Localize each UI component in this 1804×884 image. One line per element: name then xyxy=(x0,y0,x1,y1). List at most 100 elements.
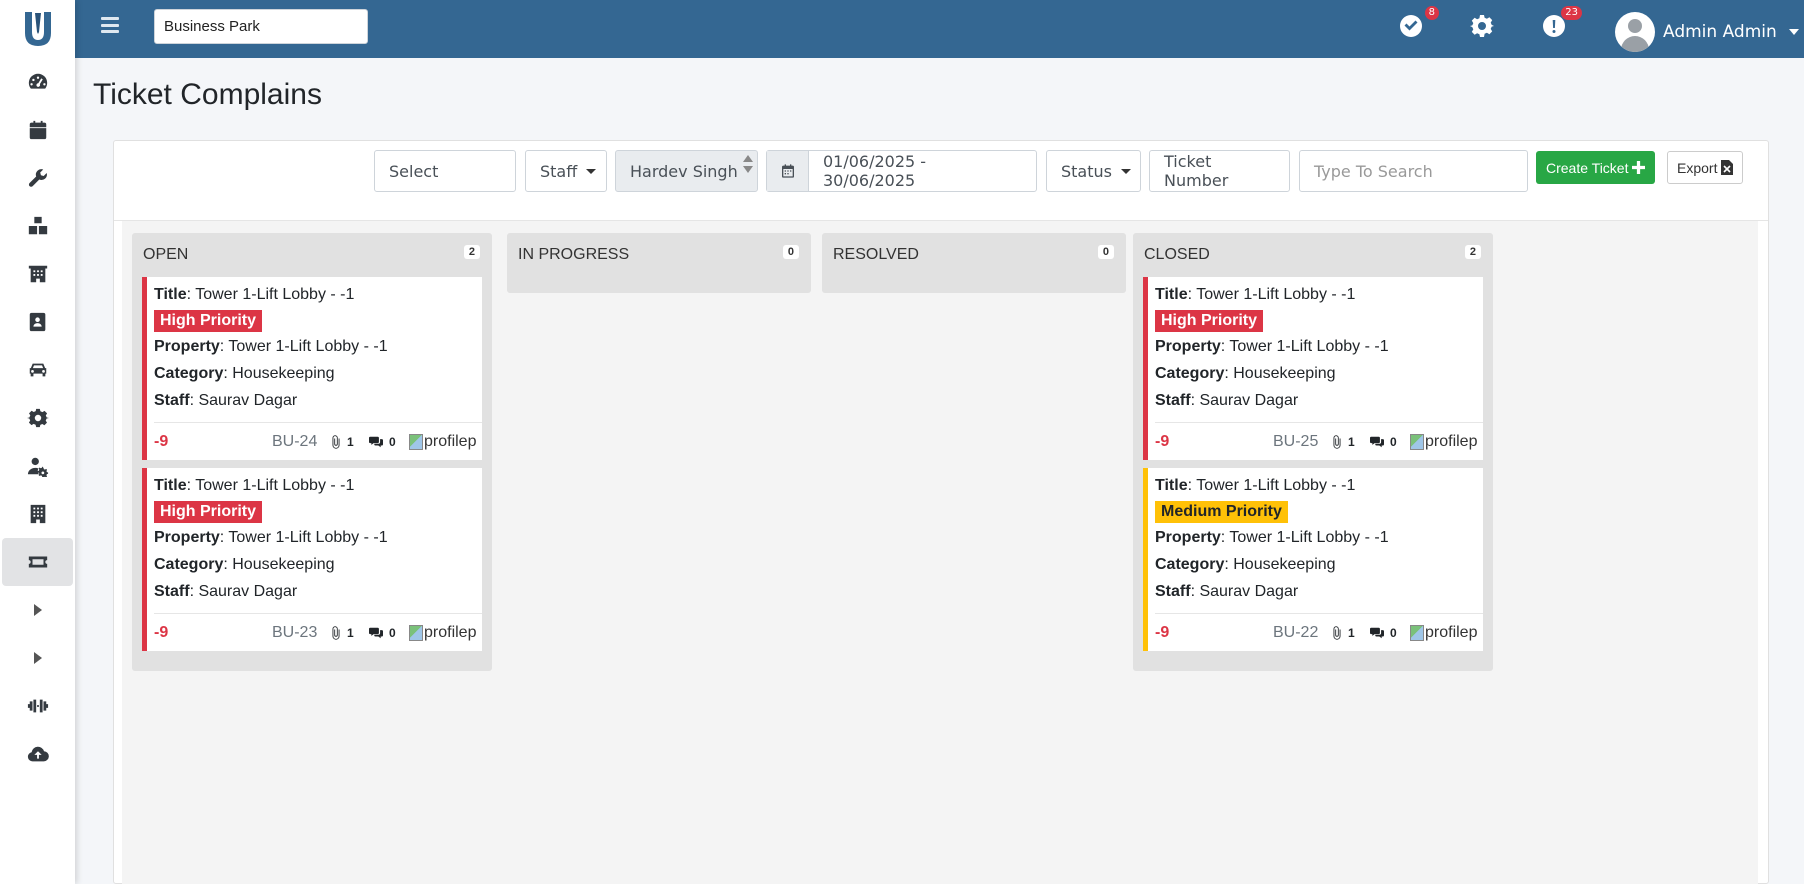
caret-right-icon xyxy=(33,652,42,664)
sidebar-expand-item-2[interactable] xyxy=(0,634,75,682)
sidebar-item-gym[interactable] xyxy=(0,682,75,730)
column-title: OPEN xyxy=(143,246,189,263)
caret-right-icon xyxy=(33,604,42,616)
dumbbell-icon xyxy=(27,699,48,713)
calendar-icon xyxy=(781,164,794,178)
days-remaining: -9 xyxy=(154,623,169,641)
ticket-card[interactable]: Title: Tower 1-Lift Lobby - -1 High Prio… xyxy=(1143,277,1483,460)
menu-toggle-icon[interactable] xyxy=(101,17,119,33)
ticket-property-row: Property: Tower 1-Lift Lobby - -1 xyxy=(1155,338,1389,355)
tasks-button[interactable]: 8 xyxy=(1397,6,1439,40)
ticket-category-row: Category: Housekeeping xyxy=(154,365,335,382)
profile-image: profilep xyxy=(1410,624,1477,642)
date-range-picker[interactable]: 01/06/2025 - 30/06/2025 xyxy=(766,150,1037,192)
ticket-card[interactable]: Title: Tower 1-Lift Lobby - -1 Medium Pr… xyxy=(1143,468,1483,651)
caret-down-icon xyxy=(1120,168,1131,174)
sidebar-item-settings[interactable] xyxy=(0,394,75,442)
sidebar-item-tickets[interactable] xyxy=(2,538,73,586)
calendar-addon[interactable] xyxy=(767,151,809,191)
create-ticket-label: Create Ticket xyxy=(1546,159,1629,176)
column-header: CLOSED 2 xyxy=(1133,233,1493,277)
car-icon xyxy=(29,363,46,377)
column-count-badge: 0 xyxy=(782,245,799,259)
sidebar-item-upload[interactable] xyxy=(0,730,75,778)
staff-dropdown[interactable]: Staff xyxy=(525,150,607,192)
boxes-icon xyxy=(28,216,47,235)
sidebar-item-dashboard[interactable] xyxy=(0,58,75,106)
sidebar-item-contacts[interactable] xyxy=(0,298,75,346)
comments-count[interactable]: 0 xyxy=(369,626,396,640)
paperclip-icon xyxy=(1333,434,1341,449)
sidebar-item-user-settings[interactable] xyxy=(0,442,75,490)
calendar-icon xyxy=(29,120,46,140)
staff-label: Staff xyxy=(540,161,578,181)
sidebar-expand-item-1[interactable] xyxy=(0,586,75,634)
app-logo[interactable] xyxy=(0,0,75,58)
sidebar-item-calendar[interactable] xyxy=(0,106,75,154)
wrench-icon xyxy=(28,169,47,187)
property-selector-input[interactable] xyxy=(154,9,368,44)
ticket-code[interactable]: BU-25 xyxy=(1273,433,1318,451)
status-label: Status xyxy=(1061,161,1112,181)
status-dropdown[interactable]: Status xyxy=(1046,150,1141,192)
spinner-arrows-icon[interactable] xyxy=(743,155,753,173)
user-menu[interactable]: Admin Admin xyxy=(1615,12,1799,52)
comments-icon xyxy=(369,627,383,638)
column-header: IN PROGRESS 0 xyxy=(507,233,811,277)
dashboard-gauge-icon xyxy=(28,73,47,89)
select-label: Select xyxy=(389,161,439,181)
ticket-code[interactable]: BU-22 xyxy=(1273,624,1318,642)
staff-value-field[interactable]: Hardev Singh xyxy=(615,150,758,192)
gear-icon xyxy=(26,408,49,428)
export-label: Export xyxy=(1677,159,1718,176)
ticket-title-row: Title: Tower 1-Lift Lobby - -1 xyxy=(154,477,355,494)
gear-icon xyxy=(1470,15,1494,37)
sidebar-item-maintenance[interactable] xyxy=(0,154,75,202)
export-button[interactable]: Export xyxy=(1667,151,1744,184)
comments-icon xyxy=(369,436,383,447)
attachments-count[interactable]: 1 xyxy=(1330,626,1355,640)
ticket-code[interactable]: BU-24 xyxy=(272,433,317,451)
settings-button[interactable] xyxy=(1468,12,1496,40)
column-header: RESOLVED 0 xyxy=(822,233,1126,277)
tasks-badge: 8 xyxy=(1424,6,1439,20)
sidebar-item-properties[interactable] xyxy=(0,490,75,538)
attachments-count[interactable]: 1 xyxy=(329,435,354,449)
attachments-count[interactable]: 1 xyxy=(329,626,354,640)
plus-icon xyxy=(1632,161,1646,174)
select-dropdown[interactable]: Select xyxy=(374,150,516,192)
create-ticket-button[interactable]: Create Ticket xyxy=(1536,151,1656,184)
column-title: CLOSED xyxy=(1144,246,1210,263)
ticket-title-row: Title: Tower 1-Lift Lobby - -1 xyxy=(154,286,355,303)
ticket-card[interactable]: Title: Tower 1-Lift Lobby - -1 High Prio… xyxy=(142,277,482,460)
ticket-number-input[interactable]: Ticket Number xyxy=(1149,150,1290,192)
comments-count[interactable]: 0 xyxy=(1370,626,1397,640)
ticket-card[interactable]: Title: Tower 1-Lift Lobby - -1 High Prio… xyxy=(142,468,482,651)
comments-count[interactable]: 0 xyxy=(1370,435,1397,449)
comments-count[interactable]: 0 xyxy=(369,435,396,449)
user-cog-icon xyxy=(27,457,48,477)
ticket-footer: -9 BU-25 1 0 profilep xyxy=(1155,422,1483,460)
ticket-staff-row: Staff: Saurav Dagar xyxy=(1155,392,1299,409)
sidebar-item-vehicles[interactable] xyxy=(0,346,75,394)
ticket-title-row: Title: Tower 1-Lift Lobby - -1 xyxy=(1155,477,1356,494)
column-count-badge: 0 xyxy=(1097,245,1114,259)
staff-value: Hardev Singh xyxy=(630,161,738,181)
kanban-board: OPEN 2 Title: Tower 1-Lift Lobby - -1 Hi… xyxy=(122,221,1758,884)
ticket-code[interactable]: BU-23 xyxy=(272,624,317,642)
attachments-count[interactable]: 1 xyxy=(1330,435,1355,449)
priority-badge: High Priority xyxy=(1155,310,1264,332)
paperclip-icon xyxy=(1333,625,1341,640)
column-title: IN PROGRESS xyxy=(518,246,630,263)
logo-icon xyxy=(24,12,51,46)
sidebar-item-inventory[interactable] xyxy=(0,202,75,250)
comments-icon xyxy=(1370,436,1384,447)
priority-badge: High Priority xyxy=(154,310,263,332)
date-range-value: 01/06/2025 - 30/06/2025 xyxy=(823,152,927,190)
alerts-button[interactable]: 23 xyxy=(1540,6,1582,40)
search-input[interactable]: Type To Search xyxy=(1299,150,1528,192)
ticket-staff-row: Staff: Saurav Dagar xyxy=(154,392,298,409)
column-count-badge: 2 xyxy=(1464,245,1481,259)
sidebar-item-buildings[interactable] xyxy=(0,250,75,298)
priority-badge: High Priority xyxy=(154,501,263,523)
